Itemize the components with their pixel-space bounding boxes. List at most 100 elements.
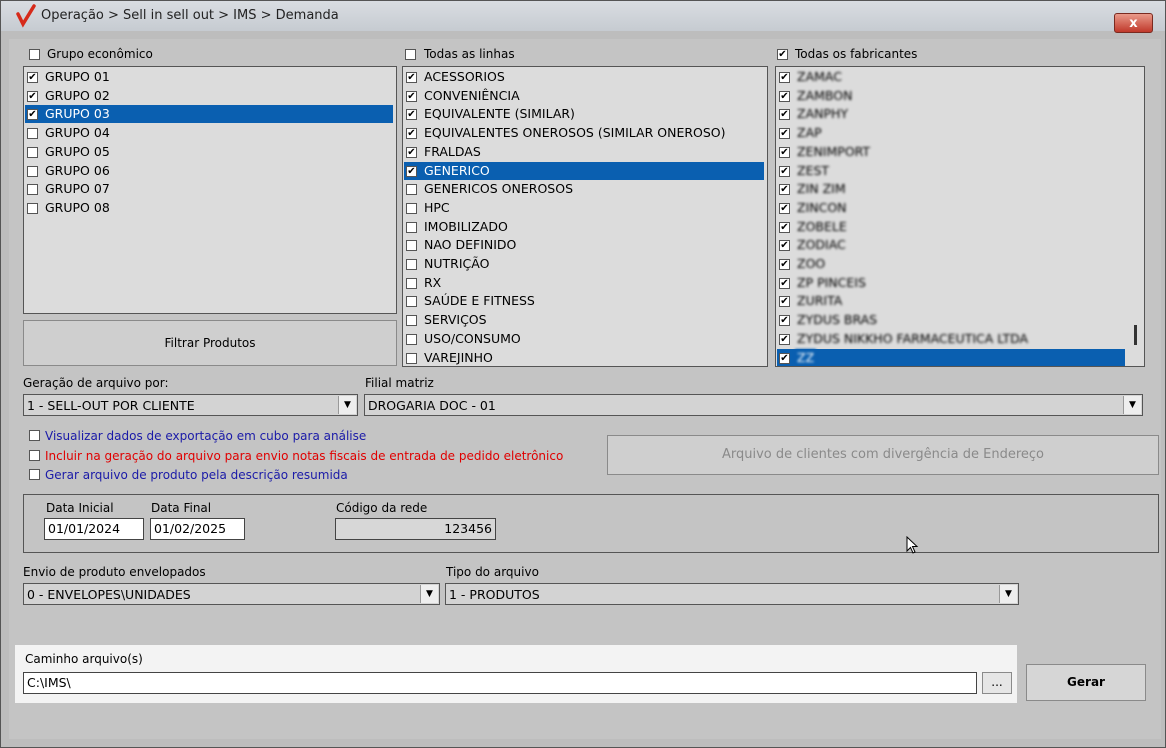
item-checkbox[interactable]: ✔ bbox=[779, 277, 790, 289]
list-item[interactable]: USO/CONSUMO bbox=[404, 330, 764, 348]
list-item[interactable]: ✔ ZZ bbox=[777, 348, 1125, 366]
codigo-rede-input[interactable]: 123456 bbox=[335, 518, 496, 540]
list-item[interactable]: NUTRIÇÃO bbox=[404, 255, 764, 273]
item-checkbox[interactable] bbox=[406, 277, 417, 289]
option-checkbox[interactable] bbox=[29, 469, 40, 480]
option-checkbox[interactable] bbox=[29, 430, 40, 441]
item-checkbox[interactable]: ✔ bbox=[779, 333, 790, 345]
item-checkbox[interactable] bbox=[406, 221, 417, 233]
list-item[interactable]: ✔ ZINCON bbox=[777, 199, 1125, 217]
item-checkbox[interactable] bbox=[27, 146, 38, 158]
list-item[interactable]: SAÚDE E FITNESS bbox=[404, 292, 764, 310]
list-item[interactable]: VAREJINHO bbox=[404, 349, 764, 367]
scrollbar-thumb[interactable] bbox=[1134, 325, 1137, 345]
item-checkbox[interactable]: ✔ bbox=[406, 128, 417, 140]
item-checkbox[interactable] bbox=[406, 333, 417, 345]
item-checkbox[interactable] bbox=[27, 184, 38, 196]
item-checkbox[interactable]: ✔ bbox=[406, 109, 417, 121]
option-checkbox[interactable] bbox=[29, 449, 40, 461]
item-checkbox[interactable]: ✔ bbox=[406, 146, 417, 158]
close-button[interactable]: x bbox=[1114, 13, 1153, 33]
list-item[interactable]: ✔ ZP PINCEIS bbox=[777, 274, 1125, 292]
item-checkbox[interactable]: ✔ bbox=[779, 296, 790, 308]
list-item[interactable]: ✔ ZODIAC bbox=[777, 236, 1125, 254]
item-checkbox[interactable]: ✔ bbox=[779, 202, 790, 214]
list-item[interactable]: ✔ FRALDAS bbox=[404, 143, 764, 161]
list-item[interactable]: ✔ ZAP bbox=[777, 124, 1125, 142]
grupo-all-checkbox[interactable] bbox=[29, 49, 40, 60]
list-item[interactable]: ✔ ZEST bbox=[777, 162, 1125, 180]
list-item[interactable]: GRUPO 07 bbox=[25, 180, 393, 198]
list-item[interactable]: ✔ ZAMBON bbox=[777, 87, 1125, 105]
item-checkbox[interactable]: ✔ bbox=[779, 165, 790, 177]
filial-select[interactable]: DROGARIA DOC - 01 ▼ bbox=[364, 394, 1143, 416]
grupo-list[interactable]: ✔ GRUPO 01 ✔ GRUPO 02 ✔ GRUPO 03 GRUPO 04 GRUPO… bbox=[23, 66, 397, 314]
list-item[interactable]: ✔ GENERICO bbox=[404, 161, 764, 180]
browse-button[interactable]: ... bbox=[982, 672, 1012, 694]
linhas-all-checkbox[interactable] bbox=[405, 49, 416, 60]
option-label[interactable]: Visualizar dados de exportação em cubo p… bbox=[45, 429, 366, 443]
list-item[interactable]: HPC bbox=[404, 199, 764, 217]
item-checkbox[interactable]: ✔ bbox=[779, 259, 790, 270]
chevron-down-icon[interactable]: ▼ bbox=[1123, 396, 1141, 414]
list-item[interactable]: ✔ GRUPO 03 bbox=[25, 105, 393, 124]
item-checkbox[interactable] bbox=[27, 165, 38, 177]
list-item[interactable]: ✔ ZOBELE bbox=[777, 218, 1125, 236]
fabricantes-scrollbar[interactable] bbox=[1128, 67, 1144, 366]
item-checkbox[interactable]: ✔ bbox=[27, 109, 38, 121]
item-checkbox[interactable]: ✔ bbox=[779, 90, 790, 102]
list-item[interactable]: ✔ GRUPO 01 bbox=[25, 68, 393, 86]
fabricantes-list[interactable]: ✔ ZAMAC ✔ ZAMBON ✔ ZANPHY ✔ ZAP ✔ ZENIMPORT ✔ ZEST ✔… bbox=[775, 66, 1145, 367]
filtrar-produtos-button[interactable]: Filtrar Produtos bbox=[23, 320, 397, 366]
chevron-down-icon[interactable]: ▼ bbox=[420, 585, 438, 603]
item-checkbox[interactable]: ✔ bbox=[779, 315, 790, 327]
data-inicial-input[interactable]: 01/01/2024 bbox=[44, 518, 144, 540]
gerar-button[interactable]: Gerar bbox=[1026, 664, 1146, 701]
data-final-input[interactable]: 01/02/2025 bbox=[150, 518, 245, 540]
item-checkbox[interactable]: ✔ bbox=[779, 146, 790, 158]
item-checkbox[interactable] bbox=[406, 240, 417, 252]
item-checkbox[interactable]: ✔ bbox=[779, 72, 790, 83]
item-checkbox[interactable]: ✔ bbox=[406, 165, 417, 177]
item-checkbox[interactable] bbox=[406, 296, 417, 308]
item-checkbox[interactable]: ✔ bbox=[406, 90, 417, 102]
item-checkbox[interactable]: ✔ bbox=[779, 109, 790, 121]
item-checkbox[interactable]: ✔ bbox=[779, 184, 790, 196]
linhas-list[interactable]: ✔ ACESSORIOS ✔ CONVENIÊNCIA ✔ EQUIVALENTE (SI… bbox=[402, 66, 768, 367]
item-checkbox[interactable]: ✔ bbox=[779, 221, 790, 233]
list-item[interactable]: RX bbox=[404, 274, 764, 292]
item-checkbox[interactable]: ✔ bbox=[27, 90, 38, 102]
list-item[interactable]: ✔ ZENIMPORT bbox=[777, 143, 1125, 161]
list-item[interactable]: NAO DEFINIDO bbox=[404, 236, 764, 254]
list-item[interactable]: ✔ ZYDUS NIKKHO FARMACEUTICA LTDA bbox=[777, 330, 1125, 348]
item-checkbox[interactable] bbox=[406, 315, 417, 327]
tipo-select[interactable]: 1 - PRODUTOS ▼ bbox=[445, 583, 1019, 605]
list-item[interactable]: IMOBILIZADO bbox=[404, 218, 764, 236]
item-checkbox[interactable] bbox=[406, 259, 417, 270]
item-checkbox[interactable] bbox=[406, 184, 417, 196]
list-item[interactable]: GRUPO 08 bbox=[25, 199, 393, 217]
list-item[interactable]: GENERICOS ONEROSOS bbox=[404, 180, 764, 198]
list-item[interactable]: GRUPO 06 bbox=[25, 162, 393, 180]
option-label[interactable]: Gerar arquivo de produto pela descrição … bbox=[45, 468, 348, 482]
list-item[interactable]: ✔ GRUPO 02 bbox=[25, 87, 393, 105]
item-checkbox[interactable]: ✔ bbox=[27, 72, 38, 83]
chevron-down-icon[interactable]: ▼ bbox=[338, 396, 356, 414]
list-item[interactable]: ✔ ZIN ZIM bbox=[777, 180, 1125, 198]
item-checkbox[interactable]: ✔ bbox=[779, 352, 790, 364]
list-item[interactable]: ✔ EQUIVALENTE (SIMILAR) bbox=[404, 105, 764, 123]
list-item[interactable]: ✔ ACESSORIOS bbox=[404, 68, 764, 86]
list-item[interactable]: ✔ ZYDUS BRAS bbox=[777, 311, 1125, 329]
item-checkbox[interactable] bbox=[406, 352, 417, 364]
item-checkbox[interactable]: ✔ bbox=[779, 240, 790, 252]
option-label[interactable]: Incluir na geração do arquivo para envio… bbox=[45, 449, 563, 463]
list-item[interactable]: GRUPO 04 bbox=[25, 124, 393, 142]
divergencia-endereco-button[interactable]: Arquivo de clientes com divergência de E… bbox=[607, 435, 1159, 475]
list-item[interactable]: SERVIÇOS bbox=[404, 311, 764, 329]
item-checkbox[interactable] bbox=[406, 202, 417, 214]
item-checkbox[interactable]: ✔ bbox=[779, 128, 790, 140]
list-item[interactable]: ✔ ZURITA bbox=[777, 292, 1125, 310]
envio-select[interactable]: 0 - ENVELOPES\UNIDADES ▼ bbox=[23, 583, 440, 605]
list-item[interactable]: ✔ EQUIVALENTES ONEROSOS (SIMILAR ONEROSO) bbox=[404, 124, 764, 142]
list-item[interactable]: ✔ ZANPHY bbox=[777, 105, 1125, 123]
